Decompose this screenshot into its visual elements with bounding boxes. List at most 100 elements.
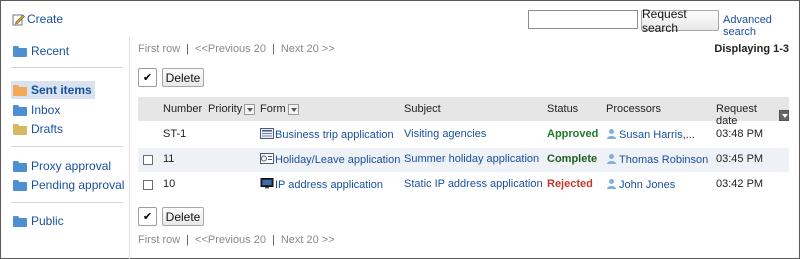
delete-button[interactable]: Delete [162, 207, 204, 226]
processor-link[interactable]: Thomas Robinson [619, 154, 708, 166]
pager-separator: | [271, 43, 275, 55]
sidebar-item-label: Inbox [31, 103, 61, 117]
sidebar-item-label: Drafts [31, 122, 64, 136]
pager-separator: | [186, 43, 190, 55]
cell-processors: Thomas Robinson [606, 153, 708, 166]
user-icon [607, 179, 616, 189]
sidebar-divider [11, 202, 123, 203]
create-link[interactable]: Create [12, 12, 63, 26]
computer-monitor-icon [260, 178, 274, 189]
processors-more: ,... [682, 129, 695, 141]
business-trip-form-icon [260, 128, 274, 139]
sidebar-item-label: Pending approval [31, 178, 125, 192]
check-all-button[interactable]: ✔ [138, 207, 157, 226]
sort-dropdown-icon[interactable] [244, 103, 256, 115]
cell-processors: Susan Harris,... [606, 128, 695, 141]
delete-button[interactable]: Delete [162, 68, 204, 87]
folder-icon [13, 160, 27, 172]
folder-icon [13, 179, 27, 191]
open-folder-icon [13, 84, 27, 96]
sidebar-item-drafts[interactable]: Drafts [11, 120, 66, 138]
status-badge: Rejected [547, 178, 593, 190]
cell-request-date: 03:48 PM [716, 128, 764, 140]
user-icon [607, 129, 616, 139]
sort-dropdown-icon[interactable] [287, 103, 299, 115]
cell-subject[interactable]: Static IP address application [404, 178, 543, 190]
row-checkbox[interactable] [143, 155, 153, 165]
header-label: Number [163, 103, 203, 115]
sidebar-item-public[interactable]: Public [11, 212, 67, 230]
sidebar-item-proxy-approval[interactable]: Proxy approval [11, 157, 114, 175]
sidebar-item-label: Public [31, 214, 64, 228]
displaying-count: Displaying 1-3 [714, 43, 789, 55]
pager-next[interactable]: Next 20 >> [281, 234, 335, 246]
header-subject: Subject [404, 103, 441, 115]
sidebar-item-sent-items[interactable]: Sent items [11, 81, 95, 99]
cell-subject[interactable]: Summer holiday application [404, 153, 539, 165]
header-priority: Priority [208, 103, 256, 115]
header-label: Priority [208, 103, 243, 115]
sort-dropdown-icon[interactable] [778, 109, 789, 121]
request-search-button[interactable]: Request search [641, 7, 719, 35]
header-status: Status [547, 103, 578, 115]
sidebar-item-inbox[interactable]: Inbox [11, 101, 63, 119]
sidebar-divider [11, 67, 123, 68]
pager-first-row[interactable]: First row [138, 234, 180, 246]
pager-separator: | [271, 234, 275, 246]
user-icon [607, 154, 616, 164]
cell-request-date: 03:45 PM [716, 153, 764, 165]
cell-form[interactable]: Business trip application [260, 128, 394, 141]
header-label: Form [260, 103, 286, 115]
sidebar-item-label: Recent [31, 44, 70, 58]
form-name: Business trip application [275, 129, 394, 141]
request-list-window: Create Request search Advanced search Re… [0, 0, 800, 259]
sidebar-item-pending-approval[interactable]: Pending approval [11, 176, 127, 194]
sidebar-item-recent[interactable]: Recent [11, 42, 72, 60]
folder-icon [13, 104, 27, 116]
table-row: 10 IP address application Static IP addr… [138, 173, 789, 197]
status-badge: Approved [547, 128, 599, 140]
sidebar-item-label: Sent items [31, 83, 92, 97]
pager-previous[interactable]: <<Previous 20 [195, 43, 266, 55]
pager-next[interactable]: Next 20 >> [281, 43, 335, 55]
check-all-button[interactable]: ✔ [138, 68, 157, 87]
header-processors: Processors [606, 103, 661, 115]
table-row: 11 Holiday/Leave application Summer holi… [138, 148, 789, 172]
table-header: Number Priority Form Subject Status Proc… [138, 97, 789, 127]
form-name: IP address application [275, 179, 384, 191]
cell-processors: John Jones [606, 178, 675, 191]
cell-form[interactable]: IP address application [260, 178, 383, 191]
search-input[interactable] [528, 10, 638, 29]
pager-bottom: First row | <<Previous 20 | Next 20 >> [138, 234, 335, 246]
processor-link[interactable]: Susan Harris [619, 129, 683, 141]
cell-form[interactable]: Holiday/Leave application [260, 153, 400, 166]
cell-number: 10 [163, 178, 176, 190]
sidebar-item-label: Proxy approval [31, 159, 112, 173]
status-badge: Complete [547, 153, 598, 165]
header-form: Form [260, 103, 299, 115]
advanced-search-link[interactable]: Advanced search [723, 14, 799, 38]
header-label: Status [547, 103, 579, 115]
create-icon [12, 14, 25, 25]
sidebar-separator [129, 37, 130, 259]
processor-link[interactable]: John Jones [619, 179, 675, 191]
sidebar-divider [11, 146, 123, 147]
holiday-form-icon [260, 153, 274, 164]
folder-icon [13, 123, 27, 135]
cell-number: ST-1 [163, 128, 187, 140]
table-row: ST-1 Business trip application Visiting … [138, 123, 789, 147]
form-name: Holiday/Leave application [275, 154, 401, 166]
pager-top: First row | <<Previous 20 | Next 20 >> [138, 43, 335, 55]
pager-first-row[interactable]: First row [138, 43, 180, 55]
folder-icon [13, 45, 27, 57]
cell-number: 11 [163, 153, 175, 165]
row-checkbox[interactable] [143, 180, 153, 190]
header-label: Processors [606, 103, 662, 115]
cell-request-date: 03:42 PM [716, 178, 764, 190]
create-label: Create [27, 12, 64, 26]
folder-icon [13, 215, 27, 227]
header-label: Subject [404, 103, 441, 115]
pager-previous[interactable]: <<Previous 20 [195, 234, 266, 246]
cell-subject[interactable]: Visiting agencies [404, 128, 486, 140]
header-number: Number [163, 103, 202, 115]
